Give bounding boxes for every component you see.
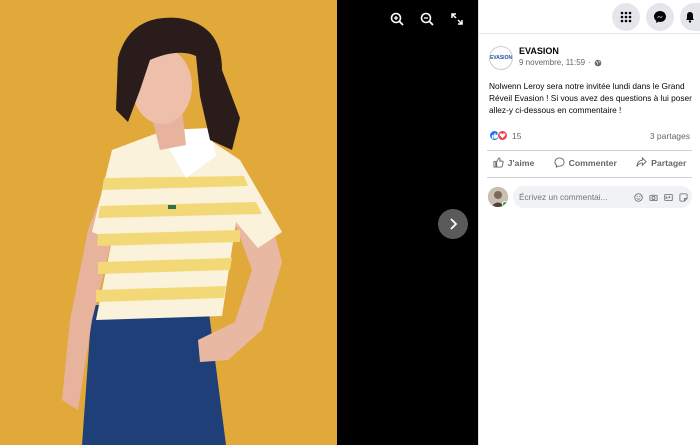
post-sidebar: EVASION EVASION 9 novembre, 11:59 · Nolw… — [478, 0, 700, 445]
comment-icon — [554, 157, 565, 168]
user-avatar[interactable] — [488, 187, 508, 207]
meta-separator: · — [588, 58, 591, 67]
zoom-in-icon[interactable] — [386, 8, 408, 30]
like-label: J'aime — [507, 157, 535, 168]
gif-icon[interactable] — [663, 192, 673, 202]
post-text: Nolwenn Leroy sera notre invitée lundi d… — [489, 81, 692, 115]
globe-icon — [594, 59, 602, 66]
grid-icon — [620, 11, 632, 22]
comment-button[interactable]: Commenter — [554, 157, 617, 168]
fullscreen-icon[interactable] — [446, 8, 468, 30]
love-reaction-icon — [497, 130, 508, 141]
top-bar — [479, 0, 700, 34]
post-actions: J'aime Commenter Partager — [479, 151, 700, 168]
share-label: Partager — [651, 157, 687, 168]
post-header: EVASION EVASION 9 novembre, 11:59 · — [479, 34, 700, 70]
thumbs-up-icon — [493, 157, 504, 168]
emoji-icon[interactable] — [633, 192, 643, 202]
sticker-icon[interactable] — [678, 192, 688, 202]
reactions-summary[interactable]: 15 — [489, 130, 521, 141]
next-photo-button[interactable] — [438, 209, 468, 239]
messenger-button[interactable] — [646, 2, 674, 31]
menu-grid-button[interactable] — [612, 2, 640, 31]
like-button[interactable]: J'aime — [493, 157, 535, 168]
photo-viewer — [0, 0, 478, 445]
reactions-bar: 15 3 partages — [479, 116, 700, 141]
page-name[interactable]: EVASION — [519, 46, 602, 56]
page-logo-text: EVASION — [489, 55, 513, 61]
online-status-dot — [502, 201, 508, 207]
post-photo — [0, 0, 337, 445]
share-icon — [636, 157, 647, 167]
notifications-button[interactable] — [680, 2, 700, 31]
comment-label: Commenter — [568, 157, 617, 168]
share-count[interactable]: 3 partages — [650, 131, 690, 141]
messenger-icon — [654, 10, 666, 23]
comment-box[interactable] — [513, 186, 692, 208]
post-meta: 9 novembre, 11:59 · — [519, 58, 602, 67]
chevron-right-icon — [450, 218, 458, 230]
comment-composer — [479, 178, 700, 208]
comment-input[interactable] — [519, 192, 617, 202]
comment-tools — [633, 192, 688, 202]
share-button[interactable]: Partager — [636, 157, 686, 168]
bell-icon — [686, 11, 694, 23]
zoom-out-icon[interactable] — [416, 8, 438, 30]
reaction-count: 15 — [512, 130, 522, 141]
viewer-toolbar — [386, 8, 468, 30]
post-date[interactable]: 9 novembre, 11:59 — [519, 58, 585, 67]
camera-icon[interactable] — [648, 192, 658, 202]
page-avatar[interactable]: EVASION — [489, 46, 513, 70]
